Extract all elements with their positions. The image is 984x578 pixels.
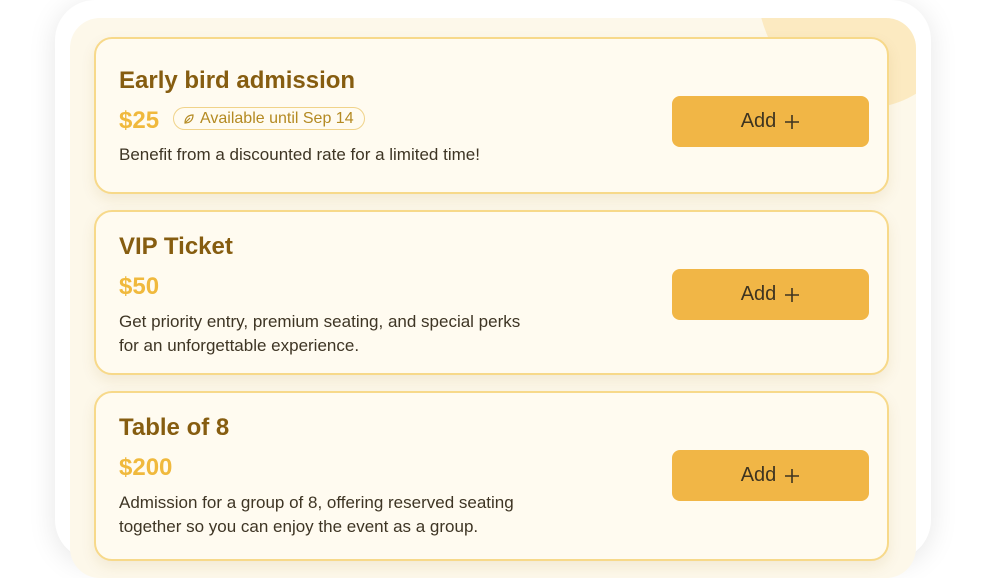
ticket-description: Get priority entry, premium seating, and… [119,312,521,355]
add-button-label: Add [740,110,777,132]
leaf-icon [183,113,195,125]
ticket-description: Benefit from a discounted rate for a lim… [119,145,480,164]
ticket-card-vip: VIP Ticket $50 Get priority entry, premi… [94,210,889,375]
ticket-name: VIP Ticket [119,233,233,260]
plus-icon [784,287,800,303]
availability-badge: Available until Sep 14 [173,107,365,130]
ticket-card-table-of-8: Table of 8 $200 Admission for a group of… [94,391,889,561]
ticket-description: Admission for a group of 8, offering res… [119,493,514,536]
ticket-price: $200 [119,454,173,481]
add-vip-button[interactable]: Add [672,269,869,320]
add-button-label: Add [740,464,777,486]
add-early-bird-button[interactable]: Add [672,96,869,147]
add-table-of-8-button[interactable]: Add [672,450,869,501]
ticket-name: Table of 8 [119,414,230,441]
plus-icon [784,468,800,484]
ticket-name: Early bird admission [119,67,356,94]
plus-icon [784,114,800,130]
ticket-price: $25 [119,107,160,134]
ticket-card-early-bird: Early bird admission $25 Available until… [94,37,889,194]
add-button-label: Add [740,283,777,305]
availability-text: Available until Sep 14 [200,109,354,127]
ticket-price: $50 [119,273,160,300]
